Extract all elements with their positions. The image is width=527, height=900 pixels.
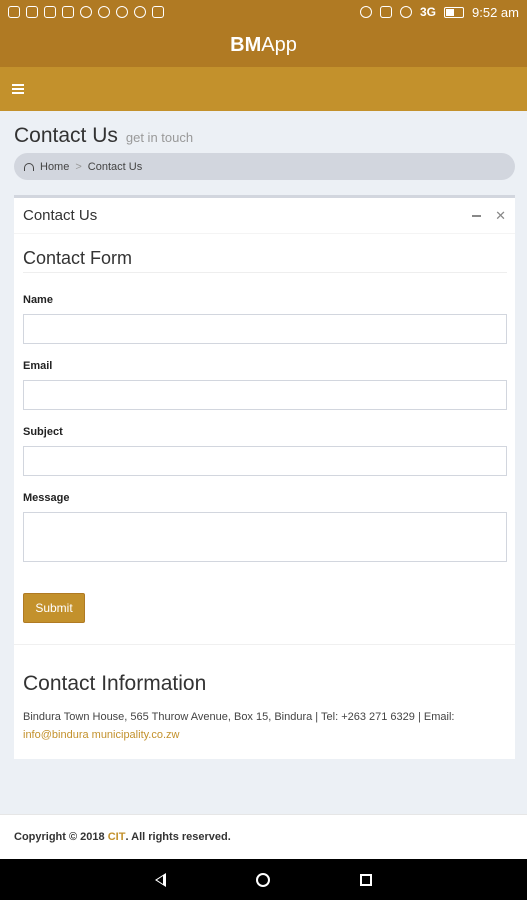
close-icon[interactable]: ✕ xyxy=(495,208,506,224)
box-tools: ✕ xyxy=(472,208,506,224)
app-icon xyxy=(134,6,146,18)
contact-info-title: Contact Information xyxy=(23,672,207,695)
wifi-icon xyxy=(400,6,412,18)
subject-input[interactable] xyxy=(23,446,507,476)
form-title-divider xyxy=(23,272,507,273)
battery-icon xyxy=(444,6,465,18)
play-icon xyxy=(152,6,164,18)
status-bar: 3G 9:52 am xyxy=(0,0,527,24)
submit-button[interactable]: Submit xyxy=(23,593,85,623)
minus-icon[interactable] xyxy=(472,214,482,217)
message-label: Message xyxy=(23,492,70,504)
system-status: 3G 9:52 am xyxy=(360,5,519,20)
contact-box: Contact Us ✕ Contact Form Name Email Sub… xyxy=(14,195,515,759)
name-label: Name xyxy=(23,294,53,306)
rights-text: . All rights reserved. xyxy=(125,831,231,843)
breadcrumb-separator: > xyxy=(75,160,82,173)
form-title: Contact Form xyxy=(23,248,133,268)
page-title: Contact Us xyxy=(14,124,118,147)
message-textarea[interactable] xyxy=(23,512,507,562)
usb-icon xyxy=(80,6,92,18)
home-icon[interactable] xyxy=(256,872,270,887)
box-header: Contact Us ✕ xyxy=(14,198,515,234)
clock: 9:52 am xyxy=(472,4,519,20)
sync-icon xyxy=(98,6,110,18)
contact-email-link[interactable]: info@bindura municipality.co.zw xyxy=(23,729,179,741)
footer-brand-link[interactable]: CIT xyxy=(108,831,126,843)
back-icon[interactable] xyxy=(155,872,166,887)
contact-address: Bindura Town House, 565 Thurow Avenue, B… xyxy=(23,711,455,723)
page-header: Contact Us get in touch xyxy=(14,124,193,148)
page-subtitle: get in touch xyxy=(125,130,194,145)
recent-apps-icon[interactable] xyxy=(360,873,372,886)
mute-icon xyxy=(360,6,372,18)
chat-icon xyxy=(116,6,128,18)
copyright-text: Copyright © 2018 xyxy=(14,831,105,843)
message-icon xyxy=(62,6,74,18)
email-label: Email xyxy=(23,360,53,372)
app-title-bold: BM xyxy=(230,34,262,56)
nav-bar xyxy=(0,67,527,111)
box-title: Contact Us xyxy=(23,207,98,224)
network-type: 3G xyxy=(420,5,437,19)
page-footer: Copyright © 2018 CIT. All rights reserve… xyxy=(0,814,527,859)
email-input[interactable] xyxy=(23,380,507,410)
breadcrumb-current: Contact Us xyxy=(87,160,143,173)
contact-info-text: Bindura Town House, 565 Thurow Avenue, B… xyxy=(23,708,507,744)
subject-label: Subject xyxy=(23,426,63,438)
mail-icon xyxy=(44,6,56,18)
screenshot-icon xyxy=(26,6,38,18)
section-divider xyxy=(14,644,515,645)
instagram-icon xyxy=(8,6,20,18)
breadcrumb-home[interactable]: Home xyxy=(40,161,69,173)
android-nav-bar xyxy=(0,859,527,900)
notification-icons xyxy=(8,6,164,18)
dashboard-icon xyxy=(24,162,34,171)
app-header: BM App xyxy=(0,24,527,67)
name-input[interactable] xyxy=(23,314,507,344)
menu-icon[interactable] xyxy=(12,84,24,94)
breadcrumb: Home > Contact Us xyxy=(14,153,515,180)
alarm-icon xyxy=(380,6,392,18)
app-title-rest: App xyxy=(261,34,297,56)
